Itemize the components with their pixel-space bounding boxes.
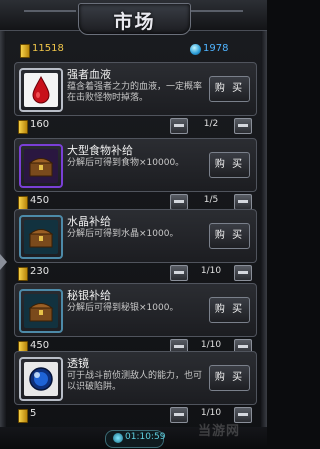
item-description: 蕴含着强者之力的血液，一定概率在击败怪物时掉落。 [67, 82, 203, 103]
item-icon-frame [19, 215, 63, 259]
item-name: 大型食物补给 [67, 144, 133, 157]
quantity-decrease-button[interactable] [170, 407, 188, 423]
quantity-value: 1/2 [203, 119, 219, 129]
gold-amount: 11518 [32, 43, 64, 54]
buy-button[interactable]: 购 买 [209, 297, 250, 323]
quantity-value: 1/10 [200, 408, 222, 418]
shop-item: 强者血液 蕴含着强者之力的血液，一定概率在击败怪物时掉落。 购 买 160 1/… [8, 62, 259, 138]
buy-button[interactable]: 购 买 [209, 152, 250, 178]
frame-left-edge [0, 18, 6, 443]
crystal-amount: 1978 [203, 43, 229, 54]
crystal-icon [190, 44, 201, 55]
gold-coin-icon [18, 267, 28, 281]
watermark: 当游网 [198, 424, 241, 439]
quantity-value: 1/5 [203, 195, 219, 205]
item-panel: 水晶补给 分解后可得到水晶×1000。 购 买 [14, 209, 257, 263]
treasure-chest-icon [24, 149, 58, 183]
item-name: 透镜 [67, 357, 89, 370]
price-row: 230 1/10 [8, 264, 259, 282]
quantity-increase-button[interactable] [234, 118, 252, 134]
quantity-decrease-button[interactable] [170, 118, 188, 134]
title-wing-left [24, 10, 76, 22]
item-description: 可于战斗前侦测敌人的能力，也可以识破陷阱。 [67, 371, 203, 392]
shop-item: 大型食物补给 分解后可得到食物×10000。 购 买 450 1/5 [8, 138, 259, 214]
treasure-chest-icon [24, 294, 58, 328]
gold-coin-icon [20, 44, 30, 58]
shop-item: 水晶补给 分解后可得到水晶×1000。 购 买 230 1/10 [8, 209, 259, 285]
scroll-left-arrow-icon[interactable] [0, 254, 7, 270]
item-icon-frame [19, 68, 63, 112]
buy-button[interactable]: 购 买 [209, 223, 250, 249]
gold-coin-icon [18, 196, 28, 210]
item-description: 分解后可得到秘银×1000。 [67, 303, 179, 313]
item-name: 水晶补给 [67, 215, 111, 228]
clock-icon [113, 433, 123, 443]
item-description: 分解后可得到水晶×1000。 [67, 229, 179, 239]
item-name: 强者血液 [67, 68, 111, 81]
gold-coin-icon [18, 409, 28, 423]
item-name: 秘银补给 [67, 289, 111, 302]
title-wing-right [191, 10, 243, 22]
shop-item: 透镜 可于战斗前侦测敌人的能力，也可以识破陷阱。 购 买 5 1/10 [8, 351, 259, 427]
price-row: 160 1/2 [8, 117, 259, 135]
buy-button[interactable]: 购 买 [209, 365, 250, 391]
gold-coin-icon [18, 120, 28, 134]
item-description: 分解后可得到食物×10000。 [67, 158, 185, 168]
item-panel: 秘银补给 分解后可得到秘银×1000。 购 买 [14, 283, 257, 337]
item-panel: 强者血液 蕴含着强者之力的血液，一定概率在击败怪物时掉落。 购 买 [14, 62, 257, 116]
item-price: 450 [30, 340, 50, 351]
buy-button[interactable]: 购 买 [209, 76, 250, 102]
page-title: 市场 [113, 11, 156, 33]
quantity-value: 1/10 [200, 340, 222, 350]
frame-right-edge [261, 18, 267, 443]
clock-readout: 01:10:59 [125, 432, 166, 442]
item-icon-frame [19, 357, 63, 401]
shop-item: 秘银补给 分解后可得到秘银×1000。 购 买 450 1/10 [8, 283, 259, 359]
item-price: 450 [30, 195, 50, 206]
title-plate: 市场 [78, 3, 191, 35]
item-icon-frame [19, 144, 63, 188]
quantity-decrease-button[interactable] [170, 265, 188, 281]
lens-orb-icon [24, 362, 58, 396]
quantity-increase-button[interactable] [234, 194, 252, 210]
item-panel: 大型食物补给 分解后可得到食物×10000。 购 买 [14, 138, 257, 192]
blood-drop-icon [24, 73, 58, 107]
item-price: 230 [30, 266, 50, 277]
item-panel: 透镜 可于战斗前侦测敌人的能力，也可以识破陷阱。 购 买 [14, 351, 257, 405]
quantity-value: 1/10 [200, 266, 222, 276]
treasure-chest-icon [24, 220, 58, 254]
item-icon-frame [19, 289, 63, 333]
quantity-decrease-button[interactable] [170, 194, 188, 210]
resource-bar: 11518 1978 [10, 42, 257, 58]
quantity-increase-button[interactable] [234, 265, 252, 281]
item-price: 5 [30, 408, 37, 419]
item-price: 160 [30, 119, 50, 130]
